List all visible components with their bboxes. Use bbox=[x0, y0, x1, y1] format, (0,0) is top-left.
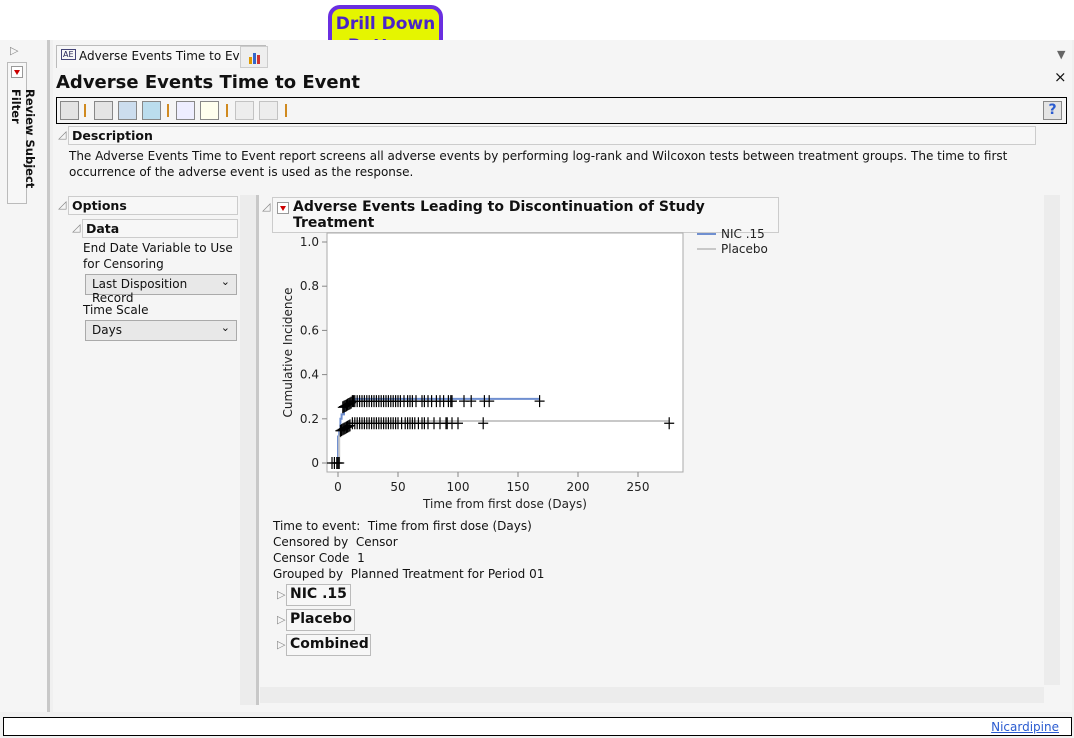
separator bbox=[84, 104, 86, 117]
y-tick-label: 0 bbox=[311, 456, 319, 470]
report-title: Adverse Events Time to Event bbox=[56, 72, 361, 93]
options-header[interactable]: Options bbox=[68, 196, 238, 215]
separator bbox=[285, 104, 287, 117]
export-button[interactable] bbox=[60, 101, 79, 120]
expand-filter-icon[interactable]: ▷ bbox=[10, 44, 18, 57]
data-header[interactable]: Data bbox=[82, 219, 238, 238]
x-tick-label: 150 bbox=[507, 480, 530, 494]
plot-area bbox=[326, 232, 684, 473]
info-time-to-event: Time to event: Time from first dose (Day… bbox=[273, 519, 532, 533]
table-button[interactable] bbox=[118, 101, 137, 120]
time-scale-select[interactable]: Days bbox=[85, 320, 237, 341]
collapse-description-icon[interactable]: ◿ bbox=[58, 128, 66, 141]
global-button[interactable] bbox=[142, 101, 161, 120]
separator bbox=[226, 104, 228, 117]
tab-label: Adverse Events Time to Event bbox=[79, 49, 260, 63]
tab-adverse-events[interactable]: AE Adverse Events Time to Event bbox=[56, 45, 267, 68]
filter-label: Review Subject Filter bbox=[9, 89, 37, 189]
red-triangle-menu-icon[interactable] bbox=[277, 202, 289, 214]
expand-icon[interactable]: ▷ bbox=[277, 613, 285, 626]
x-tick-label: 200 bbox=[567, 480, 590, 494]
status-bar: Nicardipine bbox=[3, 717, 1072, 736]
cumulative-incidence-chart: 0 0.2 0.4 0.6 0.8 1.0 0 50 100 150 200 250 Time from… bbox=[281, 227, 768, 511]
y-tick-label: 0.2 bbox=[300, 412, 319, 426]
separator bbox=[167, 104, 169, 117]
x-tick-label: 50 bbox=[390, 480, 405, 494]
time-scale-label: Time Scale bbox=[83, 303, 149, 317]
y-tick-label: 0.4 bbox=[300, 368, 319, 382]
collapse-options-icon[interactable]: ◿ bbox=[58, 198, 66, 211]
report-horizontal-scrollbar[interactable] bbox=[260, 687, 1044, 703]
add-note-button[interactable] bbox=[176, 101, 195, 120]
description-text: The Adverse Events Time to Event report … bbox=[69, 149, 1008, 179]
legend-label: NIC .15 bbox=[721, 227, 765, 241]
y-tick-label: 0.8 bbox=[300, 279, 319, 293]
red-menu-icon[interactable] bbox=[11, 66, 23, 78]
tab-menu-icon[interactable]: ▼ bbox=[1057, 48, 1065, 61]
splitter[interactable] bbox=[256, 195, 259, 705]
x-tick-label: 100 bbox=[447, 480, 470, 494]
group-nic-15[interactable]: NIC .15 bbox=[286, 584, 351, 606]
close-button[interactable]: × bbox=[1054, 68, 1067, 86]
drill-down-toolbar: ? bbox=[56, 97, 1067, 124]
review-subject-filter-tab[interactable]: Review Subject Filter bbox=[7, 62, 37, 204]
x-tick-label: 0 bbox=[334, 480, 342, 494]
chart-filter-button[interactable] bbox=[259, 101, 278, 120]
bar-chart-icon bbox=[249, 53, 260, 64]
tab-chart[interactable] bbox=[240, 46, 268, 68]
view-notes-button[interactable] bbox=[200, 101, 219, 120]
collapse-report-icon[interactable]: ◿ bbox=[262, 200, 270, 213]
end-date-label: End Date Variable to Use for Censoring bbox=[83, 241, 233, 271]
collapse-data-icon[interactable]: ◿ bbox=[72, 221, 80, 234]
description-header[interactable]: Description bbox=[68, 126, 1036, 145]
report-vertical-scrollbar[interactable] bbox=[1044, 195, 1060, 685]
callout-line1: Drill Down bbox=[335, 14, 436, 34]
ae-icon: AE bbox=[61, 49, 76, 60]
y-axis-label: Cumulative Incidence bbox=[281, 288, 295, 418]
legend-label: Placebo bbox=[721, 242, 768, 256]
y-tick-label: 1.0 bbox=[300, 235, 319, 249]
end-date-select[interactable]: Last Disposition Record bbox=[85, 274, 237, 305]
info-censored-by: Censored by Censor bbox=[273, 535, 398, 549]
report-info: Time to event: Time from first dose (Day… bbox=[273, 518, 544, 582]
expand-icon[interactable]: ▷ bbox=[277, 588, 285, 601]
subject-profile-button[interactable] bbox=[94, 101, 113, 120]
group-combined[interactable]: Combined bbox=[286, 634, 371, 656]
filter-button[interactable] bbox=[235, 101, 254, 120]
info-grouped-by: Grouped by Planned Treatment for Period … bbox=[273, 567, 545, 581]
help-button[interactable]: ? bbox=[1043, 101, 1062, 120]
group-placebo[interactable]: Placebo bbox=[286, 609, 355, 631]
options-scrollbar[interactable] bbox=[240, 195, 256, 705]
x-axis-label: Time from first dose (Days) bbox=[422, 497, 587, 511]
nicardipine-link[interactable]: Nicardipine bbox=[991, 720, 1059, 734]
x-tick-label: 250 bbox=[627, 480, 650, 494]
expand-icon[interactable]: ▷ bbox=[277, 638, 285, 651]
y-tick-label: 0.6 bbox=[300, 323, 319, 337]
info-censor-code: Censor Code 1 bbox=[273, 551, 365, 565]
